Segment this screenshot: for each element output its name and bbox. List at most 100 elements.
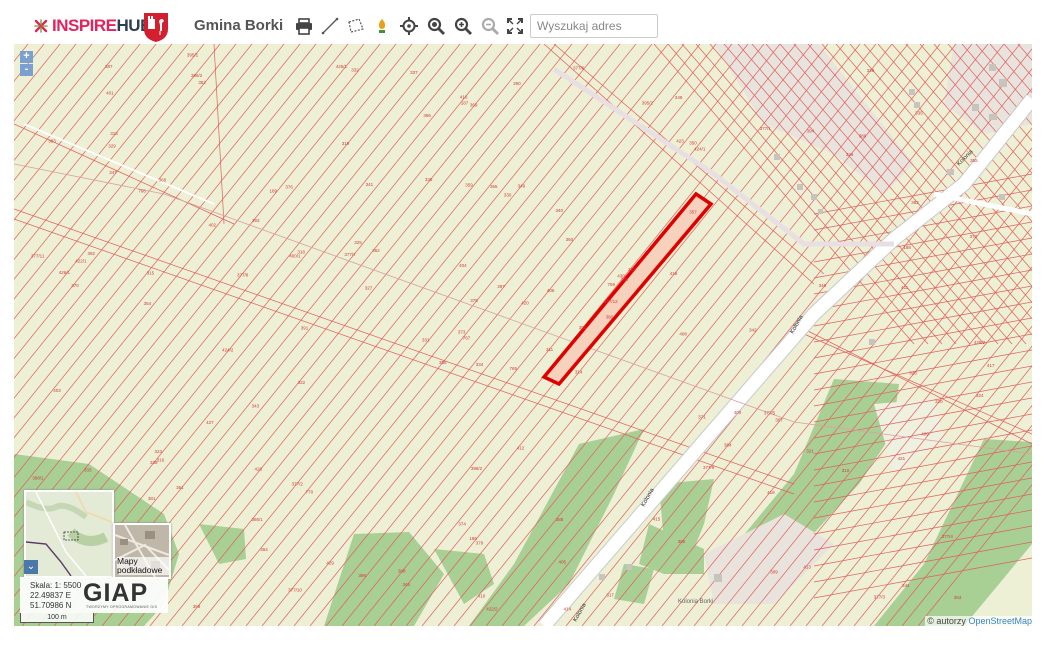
map-zoom-out-button[interactable]: - (20, 64, 33, 76)
parcel-number-label: 388 (556, 517, 564, 522)
parcel-boundary (14, 218, 795, 495)
parcel-number-label: 400 (734, 410, 742, 415)
parcel-number-label: 398/2 (471, 466, 483, 471)
address-search-input[interactable] (530, 14, 658, 38)
location-button[interactable] (372, 15, 392, 37)
parcel-number-label: 426/1 (59, 270, 71, 275)
info-panel: Skala: 1: 5500 22.49837 E 51.70986 N GIA… (20, 577, 168, 613)
parcel-number-label: 419 (767, 490, 775, 495)
parcel-number-label: 336 (425, 177, 433, 182)
parcel-number-label: 358 (193, 604, 201, 609)
inspirehub-logo-icon (34, 19, 48, 33)
parcel-number-label: 402 (209, 222, 217, 227)
basemaps-button[interactable]: Mapy podkładowe (113, 523, 171, 579)
fullscreen-button[interactable] (505, 15, 525, 37)
parcel-number-label: 309 (770, 570, 778, 575)
scale-bar: 100 m (20, 613, 94, 623)
parcel-number-label: 371 (698, 414, 706, 419)
parcel-number-label: 335 (915, 111, 923, 116)
parcel-number-label: 380 (606, 315, 614, 320)
parcel-number-label: 364 (260, 547, 268, 552)
parcel-number-label: 319 (342, 141, 350, 146)
parcel-number-label: 348 (675, 95, 683, 100)
parcel-number-label: 384 (724, 443, 732, 448)
print-button[interactable] (294, 15, 314, 37)
parcel-number-label: 325 (354, 240, 362, 245)
parcel-number-label: 373 (458, 330, 466, 335)
parcel-number-label: 377/8 (237, 272, 249, 277)
parcel-number-label: 405 (559, 559, 567, 564)
parcel-number-label: 375 (470, 298, 478, 303)
zoom-to-extent-button[interactable] (426, 15, 446, 37)
parcel-number-label: 346 (819, 283, 827, 288)
measure-area-button[interactable] (346, 15, 366, 37)
road-label: Kolonia (573, 602, 589, 623)
zoom-search-icon (427, 17, 445, 35)
parcel-number-label: 395/1 (187, 53, 199, 58)
parcel-number-label: 377/3 (874, 594, 886, 599)
parcel-number-label: 414 (564, 606, 572, 611)
parcel-number-label: 387 (105, 64, 113, 69)
parcel-number-label: 395/2 (642, 100, 654, 105)
parcel-number-label: 354 (144, 301, 152, 306)
parcel-number-label: 389 (859, 134, 867, 139)
parcel-number-label: 367 (775, 418, 783, 423)
parcel-number-label: 317 (606, 592, 614, 597)
crosshair-icon (400, 17, 418, 35)
parcel-number-label: 382 (911, 200, 919, 205)
giap-tagline: TWORZYMY OPROGRAMOWANIE GIS (86, 605, 158, 609)
map-zoom-in-button[interactable]: + (20, 51, 33, 63)
parcel-number-label: 770 (306, 490, 314, 495)
location-pin-icon (379, 19, 385, 33)
measure-distance-button[interactable] (320, 15, 340, 37)
parcel-number-label: 188 (903, 245, 911, 250)
parcel-number-label: 385 (678, 539, 686, 544)
zoom-in-button[interactable] (453, 15, 473, 37)
parcel-number-label: 410 (478, 594, 486, 599)
parcel-number-label: 408 (679, 331, 687, 336)
parcel-number-label: 333 (84, 467, 92, 472)
parcel-number-label: 422/2 (486, 607, 498, 612)
parcel-number-label: 345 (403, 582, 411, 587)
parcel-boundary (813, 333, 1032, 375)
parcel-number-label: 767 (463, 336, 471, 341)
coordinates-readout: Skala: 1: 5500 22.49837 E 51.70986 N (30, 581, 81, 611)
parcel-number-label: 377/4 (942, 534, 954, 539)
parcel-number-label: 361 (176, 485, 184, 490)
zoom-out-button[interactable] (480, 15, 500, 37)
municipality-crest-icon (144, 13, 168, 42)
parcel-number-label: 425/2 (974, 340, 986, 345)
parcel-number-label: 328 (909, 370, 917, 375)
openstreetmap-link[interactable]: OpenStreetMap (968, 616, 1032, 626)
printer-icon (296, 17, 312, 35)
parcel-number-label: 340 (556, 208, 564, 213)
parcel-number-label: 312 (628, 267, 636, 272)
parcel-number-label: 341 (366, 182, 374, 187)
parcel-number-label: 386/1 (252, 517, 264, 522)
parcel-number-label: 324 (976, 393, 984, 398)
parcel-number-label: 315 (147, 271, 155, 276)
overview-toggle-button[interactable]: ⌄ (24, 560, 38, 574)
parcel-number-label: 766 (138, 189, 146, 194)
parcel-number-label: 397 (497, 284, 505, 289)
parcel-number-label: 403 (53, 388, 61, 393)
parcel-number-label: 377/9 (703, 465, 715, 470)
parcel-number-label: 339 (867, 68, 875, 73)
measure-area-icon (348, 18, 364, 33)
inspirehub-logo[interactable]: INSPIREHUB (34, 14, 152, 38)
parcel-number-label: 352 (198, 80, 206, 85)
parcel-number-label: 383 (48, 139, 56, 144)
parcel-number-label: 390 (513, 81, 521, 86)
locate-me-button[interactable] (399, 15, 419, 37)
parcel-number-label: 320 (935, 399, 943, 404)
latitude-text: 51.70986 N (30, 601, 72, 610)
parcel-number-label: 377/5 (764, 411, 776, 416)
selected-parcel[interactable] (541, 191, 714, 387)
parcel-number-label: 342 (749, 328, 757, 333)
giap-logo[interactable]: GIAP (83, 579, 148, 608)
chevron-down-icon: ⌄ (26, 561, 36, 572)
parcel-number-label: 425/1 (336, 64, 348, 69)
parcel-number-label: 423 (676, 138, 684, 143)
parcel-number-label: 422/1 (75, 259, 87, 264)
parcel-number-label: 765 (510, 366, 518, 371)
